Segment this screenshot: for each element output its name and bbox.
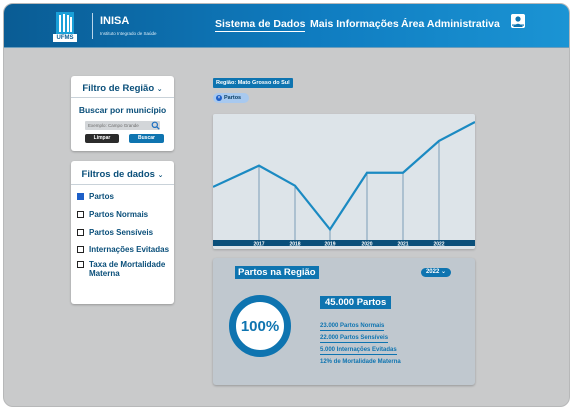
x-tick-label: 2020 [361,242,372,248]
total-births: 45.000 Partos [320,296,392,309]
data-point [294,184,296,187]
data-point [402,171,404,174]
chevron-down-icon: ⌄ [441,269,447,275]
data-point [329,228,331,231]
search-button[interactable]: Buscar [129,134,164,143]
ufms-logo-text: UFMS [53,34,77,42]
filter-label: Partos [89,191,114,201]
checkbox[interactable] [77,210,84,218]
region-filter-card: Filtro de Região ⌄ Buscar por município … [71,76,174,151]
x-tick-label: 2022 [433,242,444,248]
data-point [258,164,260,167]
filter-item-partos-sensiveis[interactable]: Partos Sensíveis [77,226,153,238]
municipality-search-input[interactable] [85,121,160,130]
active-filter-chip[interactable]: × Partos [213,93,249,103]
divider [71,184,174,185]
app-frame: UFMS INISA Instituto Integrado de Saúde … [3,3,570,407]
nav-mais-informacoes[interactable]: Mais Informações [310,18,399,30]
active-region-label: Região: Mato Grosso do Sul [213,78,293,88]
data-filters-card: Filtros de dados ⌄ Partos Partos Normais… [71,161,174,304]
stats-title: Partos na Região [235,266,319,279]
checkbox[interactable] [77,261,84,268]
filter-item-mortalidade-materna[interactable]: Taxa de Mortalidade Materna [77,260,169,282]
chevron-down-icon: ⌄ [156,86,163,93]
year-select-value: 2022 [425,269,440,275]
data-point [438,140,440,142]
x-tick-label: 2017 [253,242,264,248]
stat-mortalidade-materna: 12% de Mortalidade Materna [320,359,401,365]
year-select[interactable]: 2022 ⌄ [421,268,451,277]
data-filters-title: Filtros de dados [81,169,155,180]
admin-user-icon[interactable] [511,14,525,28]
data-point [366,171,368,174]
checkbox[interactable] [77,228,84,236]
brand-divider [92,13,93,39]
nav-sistema-de-dados[interactable]: Sistema de Dados [215,18,306,32]
brand-name[interactable]: INISA [100,15,129,27]
clear-button[interactable]: Limpar [85,134,119,143]
filter-label: Partos Normais [89,209,149,219]
close-icon[interactable]: × [216,95,222,101]
top-navbar: UFMS INISA Instituto Integrado de Saúde … [4,4,569,48]
line-chart-panel: 2017 2018 2019 2020 2021 2022 [212,114,476,249]
brand-subtitle: Instituto Integrado de Saúde [100,31,157,36]
x-tick-label: 2021 [397,242,408,248]
filter-item-internacoes-evitadas[interactable]: Internações Evitadas [77,243,169,255]
data-filters-header[interactable]: Filtros de dados ⌄ [71,169,174,180]
chevron-down-icon: ⌄ [157,172,164,179]
filter-label: Internações Evitadas [89,244,170,254]
percent-value: 100% [240,317,280,335]
nav-area-administrativa[interactable]: Área Administrativa [401,18,500,30]
search-subtitle: Buscar por município [78,105,167,115]
chip-label: Partos [224,95,242,101]
stat-partos-sensiveis[interactable]: 22.000 Partos Sensíveis [320,335,389,343]
percent-ring: 100% [229,295,291,357]
filter-label: Taxa de Mortalidade Materna [89,260,166,278]
filter-item-partos[interactable]: Partos [77,190,114,202]
stats-panel: Partos na Região 2022 ⌄ 100% 45.000 Part… [213,258,475,385]
search-icon[interactable] [151,121,160,130]
region-filter-header[interactable]: Filtro de Região ⌄ [71,83,174,94]
region-filter-title: Filtro de Região [82,83,155,94]
x-tick-label: 2018 [289,242,300,248]
checkbox-checked[interactable] [77,192,84,200]
filter-label: Partos Sensíveis [89,227,154,237]
x-tick-label: 2019 [324,242,335,248]
checkbox[interactable] [77,245,84,253]
stat-partos-normais[interactable]: 23.000 Partos Normais [320,323,385,331]
stat-internacoes-evitadas[interactable]: 5.000 Internações Evitadas [320,347,397,355]
line-chart: 2017 2018 2019 2020 2021 2022 [212,121,476,248]
series-line-partos [212,121,476,232]
filter-item-partos-normais[interactable]: Partos Normais [77,208,148,220]
divider [71,97,174,98]
